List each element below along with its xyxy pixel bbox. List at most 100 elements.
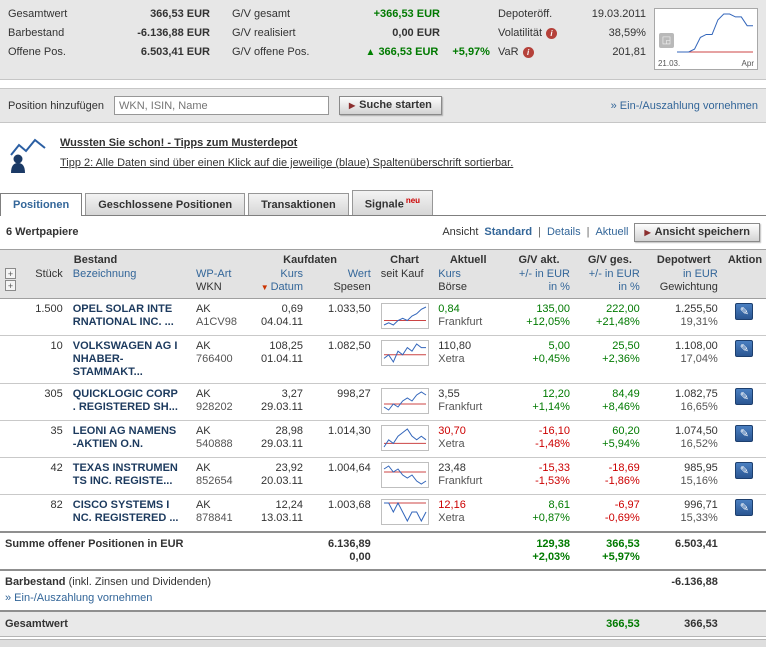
- volatilitaet-info-icon[interactable]: i: [546, 28, 557, 39]
- depot-value-cell: 1.108,0017,04%: [645, 335, 723, 383]
- sort-gv-akt-eur[interactable]: +/- in EUR: [508, 268, 570, 281]
- shares-cell: 1.500: [18, 298, 67, 335]
- barbestand-row-value: -6.136,88: [645, 570, 723, 611]
- positions-body: 1.500OPEL SOLAR INTERNATIONAL INC. ... AK…: [0, 298, 766, 532]
- gesamtwert-row: Gesamtwert 366,53 366,53: [0, 611, 766, 637]
- current-price-cell: 12,16Xetra: [433, 494, 503, 532]
- gv-akt-cell: -15,33-1,53%: [503, 457, 575, 494]
- depot-mini-chart[interactable]: ◲ 21.03. Apr: [654, 8, 758, 70]
- expand-all-icon[interactable]: +: [5, 268, 16, 279]
- header-seit-kauf: seit Kauf: [381, 268, 429, 281]
- table-row: 1.500OPEL SOLAR INTERNATIONAL INC. ...AK…: [0, 298, 766, 335]
- tab-geschlossene-positionen[interactable]: Geschlossene Positionen: [85, 193, 245, 215]
- row-chart[interactable]: [376, 298, 434, 335]
- start-search-button[interactable]: ▶Suche starten: [339, 96, 442, 115]
- row-expand-cell: [0, 383, 18, 420]
- row-chart[interactable]: [376, 383, 434, 420]
- tip-title-link[interactable]: Wussten Sie schon! - Tipps zum Musterdep…: [60, 137, 297, 149]
- tab-positionen[interactable]: Positionen: [0, 193, 82, 216]
- position-name-link[interactable]: VOLKSWAGEN AG INHABER-STAMMAKT...: [68, 335, 191, 383]
- buy-value-cell: 1.003,68: [308, 494, 376, 532]
- payout-link-bottom[interactable]: » Ein-/Auszahlung vornehmen: [5, 592, 152, 604]
- collapse-all-icon[interactable]: +: [5, 280, 16, 291]
- view-standard-link[interactable]: Standard: [484, 226, 532, 238]
- edit-position-button[interactable]: ✎: [735, 303, 753, 320]
- view-aktuell-link[interactable]: Aktuell: [595, 226, 628, 238]
- row-chart[interactable]: [376, 457, 434, 494]
- sort-gv-akt-pct[interactable]: in %: [508, 281, 570, 294]
- button-arrow-icon: ▶: [644, 228, 650, 237]
- depoteroeff-value: 19.03.2011: [576, 8, 646, 20]
- depot-value-cell: 996,7115,33%: [645, 494, 723, 532]
- row-action-cell: ✎: [723, 494, 766, 532]
- barbestand-row-sublabel: (inkl. Zinsen und Dividenden): [66, 576, 212, 588]
- buy-price-cell: 108,2501.04.11: [244, 335, 308, 383]
- tab-signale[interactable]: Signaleneu: [352, 190, 433, 215]
- sort-depot-eur[interactable]: in EUR: [650, 268, 718, 281]
- position-name-link[interactable]: OPEL SOLAR INTERNATIONAL INC. ...: [68, 298, 191, 335]
- gv-akt-cell: 135,00+12,05%: [503, 298, 575, 335]
- row-chart[interactable]: [376, 335, 434, 383]
- buy-price-cell: 3,2729.03.11: [244, 383, 308, 420]
- gesamtwert-label: Gesamtwert: [8, 8, 100, 20]
- gv-gesamt-label: G/V gesamt: [232, 8, 340, 20]
- depot-chart-sparkline: [675, 11, 755, 55]
- sort-kurs[interactable]: Kurs: [249, 268, 303, 281]
- gesamtwert-value: 366,53 EUR: [100, 8, 210, 20]
- offene-pos-label: Offene Pos.: [8, 46, 100, 58]
- gv-offene-pos-label: G/V offene Pos.: [232, 46, 339, 58]
- edit-position-button[interactable]: ✎: [735, 340, 753, 357]
- sort-datum[interactable]: ▼Datum: [249, 281, 303, 294]
- shares-cell: 35: [18, 420, 67, 457]
- group-header-gv-ges: G/V ges.: [575, 249, 645, 267]
- tip-panel: Wussten Sie schon! - Tipps zum Musterdep…: [0, 123, 766, 187]
- tip-text: Tipp 2: Alle Daten sind über einen Klick…: [60, 157, 513, 169]
- chart-xlabel-right: Apr: [742, 59, 754, 68]
- sort-wert[interactable]: Wert: [313, 268, 371, 281]
- offene-pos-value: 6.503,41 EUR: [100, 46, 210, 58]
- summary-stats-column: Depoteröff.19.03.2011 Volatilitäti38,59%…: [490, 8, 646, 58]
- sort-bezeichnung[interactable]: Bezeichnung: [73, 268, 186, 281]
- sort-gv-ges-pct[interactable]: in %: [580, 281, 640, 294]
- gv-ges-cell: -18,69-1,86%: [575, 457, 645, 494]
- securities-count: 6 Wertpapiere: [6, 226, 79, 238]
- view-details-link[interactable]: Details: [547, 226, 581, 238]
- edit-position-button[interactable]: ✎: [735, 499, 753, 516]
- payout-link-top[interactable]: » Ein-/Auszahlung vornehmen: [611, 100, 758, 112]
- sort-wp-art[interactable]: WP-Art: [196, 268, 239, 281]
- shares-cell: 305: [18, 383, 67, 420]
- wp-art-cell: AK928202: [191, 383, 244, 420]
- wp-art-cell: AK852654: [191, 457, 244, 494]
- position-name-link[interactable]: QUICKLOGIC CORP. REGISTERED SH...: [68, 383, 191, 420]
- barbestand-label: Barbestand: [8, 27, 100, 39]
- sort-aktuell-kurs[interactable]: Kurs: [438, 268, 498, 281]
- chart-zoom-icon[interactable]: ◲: [659, 33, 674, 48]
- current-price-cell: 30,70Xetra: [433, 420, 503, 457]
- spacer: [0, 80, 766, 88]
- buy-price-cell: 28,9829.03.11: [244, 420, 308, 457]
- save-view-button[interactable]: ▶Ansicht speichern: [634, 223, 760, 242]
- var-info-icon[interactable]: i: [523, 47, 534, 58]
- row-expand-cell: [0, 457, 18, 494]
- var-label: VaR: [498, 46, 519, 58]
- header-spesen: Spesen: [313, 281, 371, 294]
- position-name-link[interactable]: TEXAS INSTRUMENTS INC. REGISTE...: [68, 457, 191, 494]
- shares-cell: 42: [18, 457, 67, 494]
- edit-position-button[interactable]: ✎: [735, 462, 753, 479]
- group-header-aktion: Aktion: [723, 249, 766, 267]
- row-chart[interactable]: [376, 420, 434, 457]
- group-header-bestand: Bestand: [0, 249, 191, 267]
- gv-akt-cell: 12,20+1,14%: [503, 383, 575, 420]
- wkn-isin-search-input[interactable]: [114, 96, 329, 115]
- position-name-link[interactable]: CISCO SYSTEMS INC. REGISTERED ...: [68, 494, 191, 532]
- edit-position-button[interactable]: ✎: [735, 388, 753, 405]
- header-boerse: Börse: [438, 281, 498, 294]
- row-expand-cell: [0, 335, 18, 383]
- sort-gv-ges-eur[interactable]: +/- in EUR: [580, 268, 640, 281]
- gv-ges-cell: 84,49+8,46%: [575, 383, 645, 420]
- position-name-link[interactable]: LEONI AG NAMENS-AKTIEN O.N.: [68, 420, 191, 457]
- tab-transaktionen[interactable]: Transaktionen: [248, 193, 349, 215]
- barbestand-row: Barbestand (inkl. Zinsen und Dividenden)…: [0, 570, 766, 611]
- row-chart[interactable]: [376, 494, 434, 532]
- edit-position-button[interactable]: ✎: [735, 425, 753, 442]
